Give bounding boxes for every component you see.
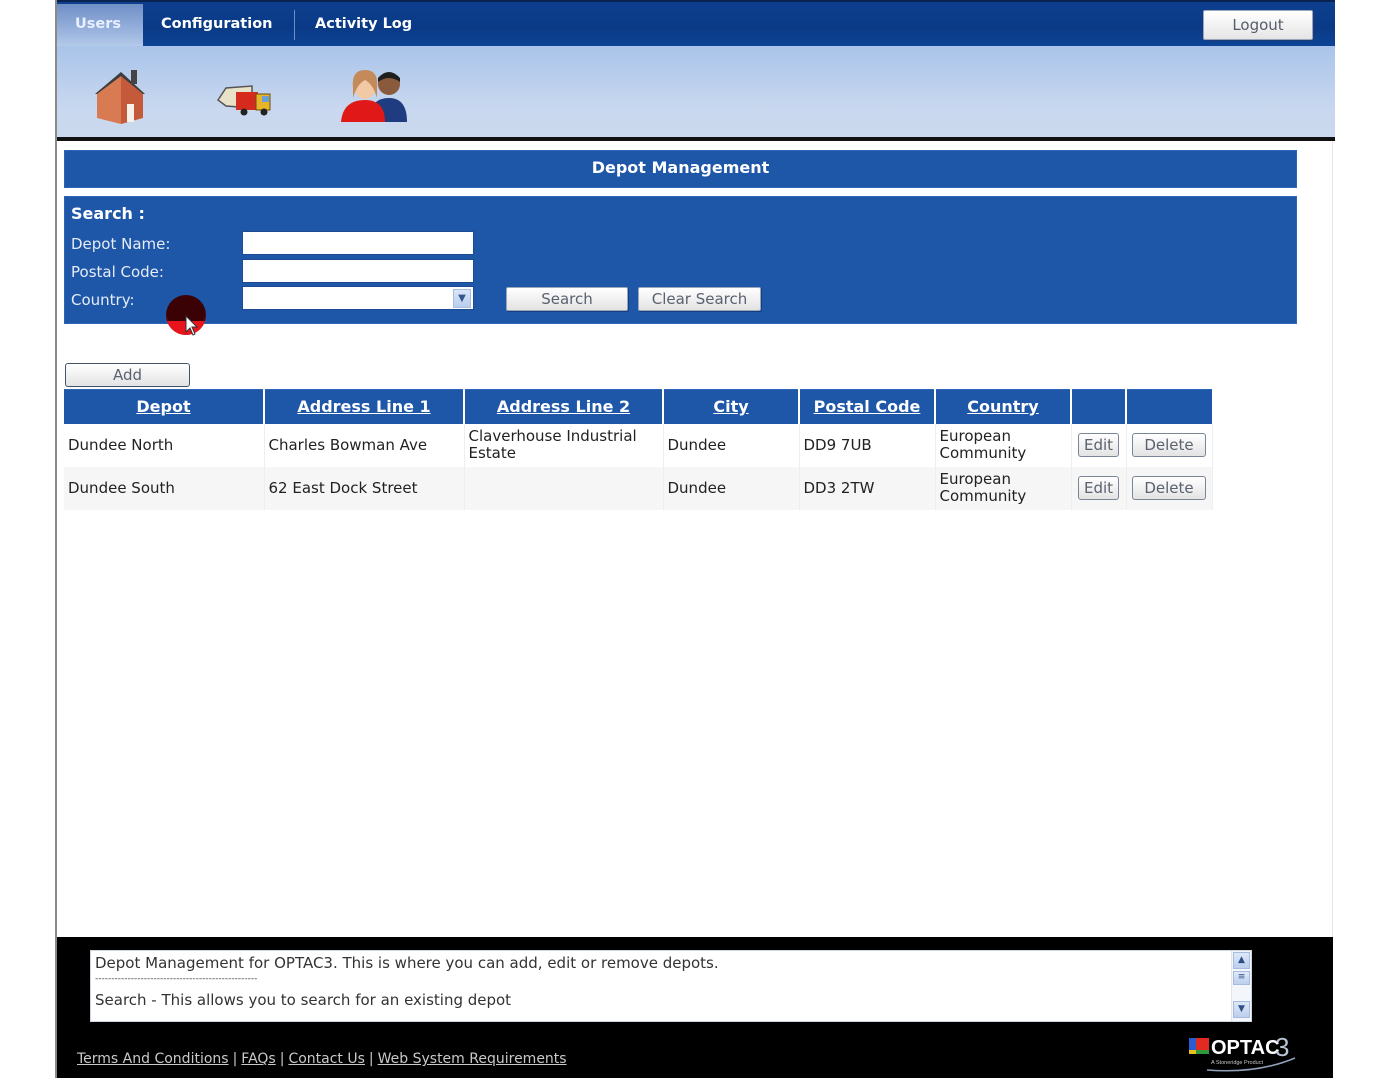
column-header-edit (1071, 389, 1127, 424)
country-label: Country: (71, 291, 135, 309)
footer-links: Terms And Conditions | FAQs | Contact Us | Web… (77, 1051, 567, 1067)
search-panel: Search : Depot Name: Postal Code: Countr… (64, 196, 1297, 324)
scroll-thumb[interactable]: ≡ (1233, 971, 1250, 985)
search-button[interactable]: Search (506, 287, 628, 311)
tab-activity-log[interactable]: Activity Log (297, 4, 430, 48)
logo-square-red (1196, 1038, 1209, 1050)
cell-depot: Dundee North (64, 423, 265, 467)
page: Users Configuration Activity Log Logout (55, 0, 1335, 1078)
faqs-link[interactable]: FAQs (241, 1051, 275, 1067)
page-title: Depot Management (64, 150, 1297, 188)
logo-tagline: A Stoneridge Product (1211, 1060, 1263, 1066)
help-line-2: Search - This allows you to search for a… (95, 991, 512, 1009)
depot-name-input[interactable] (242, 231, 474, 255)
delete-button[interactable]: Delete (1132, 476, 1206, 500)
cell-address-line-1: 62 East Dock Street (264, 466, 465, 510)
help-text-box[interactable]: Depot Management for OPTAC3. This is whe… (90, 950, 1252, 1022)
help-divider: ----------------------------------------… (95, 974, 258, 984)
cell-country: European Community (935, 466, 1072, 510)
cell-edit: Edit (1071, 423, 1127, 467)
clear-search-button[interactable]: Clear Search (638, 287, 761, 311)
cell-postal-code: DD9 7UB (799, 423, 936, 467)
delete-button[interactable]: Delete (1132, 433, 1206, 457)
scroll-down-icon[interactable]: ▼ (1233, 1001, 1250, 1018)
tab-users-label: Users (75, 16, 122, 32)
vehicle-icon[interactable] (212, 64, 282, 124)
cell-address-line-2: Claverhouse Industrial Estate (464, 423, 664, 467)
search-heading: Search : (71, 204, 145, 223)
depot-table: Depot Address Line 1 Address Line 2 City… (64, 389, 1213, 510)
cell-depot: Dundee South (64, 466, 265, 510)
link-separator: | (368, 1051, 374, 1067)
tab-configuration[interactable]: Configuration (143, 4, 291, 48)
logo-numeral: 3 (1275, 1032, 1289, 1062)
cell-edit: Edit (1071, 466, 1127, 510)
logo-square-green (1196, 1050, 1209, 1054)
home-icon[interactable] (85, 64, 155, 124)
optac3-logo: OPTAC 3 A Stoneridge Product (1189, 1032, 1296, 1072)
tab-divider (294, 10, 295, 40)
cell-address-line-1: Charles Bowman Ave (264, 423, 465, 467)
column-header-postal-code[interactable]: Postal Code (799, 389, 936, 424)
sort-address-line-2-link[interactable]: Address Line 2 (497, 397, 630, 416)
table-row: Dundee South 62 East Dock Street Dundee … (64, 466, 1213, 510)
sort-country-link[interactable]: Country (967, 397, 1038, 416)
top-navigation: Users Configuration Activity Log Logout (57, 0, 1335, 48)
table-header-row: Depot Address Line 1 Address Line 2 City… (64, 389, 1212, 424)
cell-postal-code: DD3 2TW (799, 466, 936, 510)
cell-address-line-2 (464, 466, 664, 510)
postal-code-input[interactable] (242, 259, 474, 283)
scroll-up-icon[interactable]: ▲ (1233, 952, 1250, 969)
link-separator: | (232, 1051, 238, 1067)
web-system-requirements-link[interactable]: Web System Requirements (378, 1051, 567, 1067)
column-header-delete (1126, 389, 1212, 424)
link-separator: | (279, 1051, 285, 1067)
column-header-country[interactable]: Country (935, 389, 1072, 424)
depot-name-label: Depot Name: (71, 235, 171, 253)
sort-address-line-1-link[interactable]: Address Line 1 (297, 397, 430, 416)
people-icon[interactable] (339, 64, 409, 124)
cell-delete: Delete (1126, 423, 1213, 467)
icon-toolbar (57, 46, 1335, 138)
tab-configuration-label: Configuration (161, 16, 273, 32)
contact-us-link[interactable]: Contact Us (288, 1051, 364, 1067)
cell-city: Dundee (663, 466, 800, 510)
country-select[interactable]: ▼ (242, 286, 474, 310)
edit-button[interactable]: Edit (1077, 476, 1120, 500)
cell-delete: Delete (1126, 466, 1213, 510)
cell-city: Dundee (663, 423, 800, 467)
column-header-city[interactable]: City (663, 389, 800, 424)
postal-code-label: Postal Code: (71, 263, 164, 281)
column-header-address-line-2[interactable]: Address Line 2 (464, 389, 664, 424)
sort-postal-code-link[interactable]: Postal Code (814, 397, 921, 416)
cell-country: European Community (935, 423, 1072, 467)
logo-wordmark: OPTAC (1211, 1037, 1280, 1059)
help-line-1: Depot Management for OPTAC3. This is whe… (95, 954, 719, 972)
chevron-down-icon[interactable]: ▼ (453, 289, 471, 308)
logo-square-blue (1189, 1038, 1196, 1050)
sort-city-link[interactable]: City (713, 397, 748, 416)
logout-button[interactable]: Logout (1203, 10, 1313, 40)
edit-button[interactable]: Edit (1077, 433, 1120, 457)
footer: Depot Management for OPTAC3. This is whe… (57, 937, 1333, 1078)
header-divider (57, 137, 1335, 141)
table-row: Dundee North Charles Bowman Ave Claverho… (64, 423, 1213, 467)
logo-square-yellow (1189, 1050, 1196, 1054)
column-header-address-line-1[interactable]: Address Line 1 (264, 389, 465, 424)
mouse-cursor-icon (185, 315, 199, 336)
sort-depot-link[interactable]: Depot (136, 397, 190, 416)
terms-and-conditions-link[interactable]: Terms And Conditions (77, 1051, 229, 1067)
tab-activity-log-label: Activity Log (315, 16, 413, 32)
add-depot-button[interactable]: Add (65, 363, 190, 387)
help-scrollbar[interactable]: ▲ ≡ ▼ (1231, 951, 1251, 1021)
tab-users[interactable]: Users (57, 4, 143, 48)
column-header-depot[interactable]: Depot (64, 389, 265, 424)
